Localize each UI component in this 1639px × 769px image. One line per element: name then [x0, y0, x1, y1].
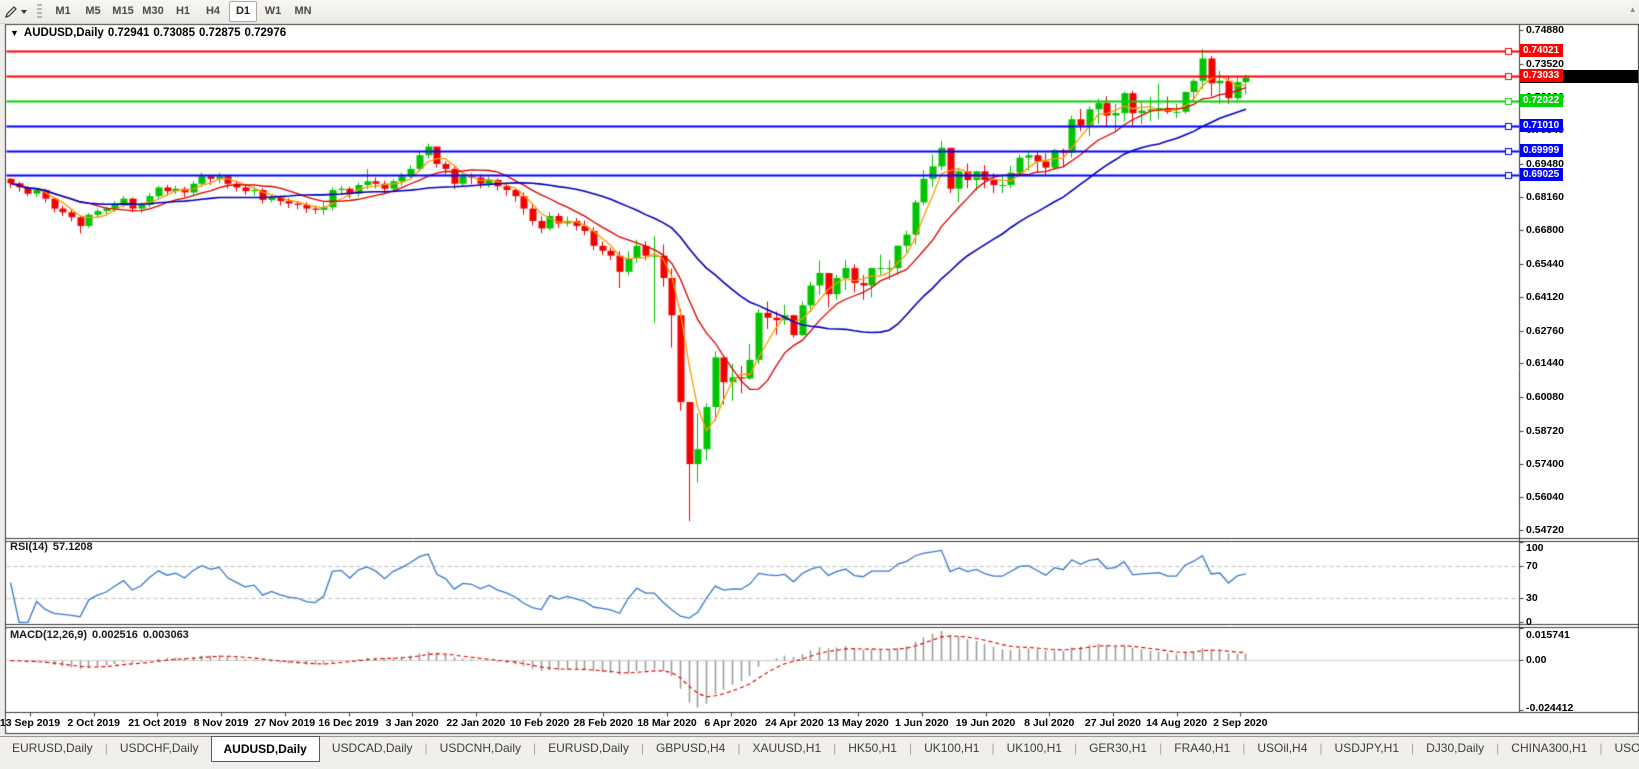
timeframe-button-m1[interactable]: M1 [49, 1, 77, 22]
price-axis-label: 0.61440 [1526, 357, 1564, 369]
macd-axis-label: 0.015741 [1526, 629, 1570, 641]
price-axis-label: 0.68160 [1526, 191, 1564, 203]
macd-signal-value: 0.003063 [143, 629, 189, 641]
timeframe-button-w1[interactable]: W1 [259, 1, 287, 22]
date-axis-label: 8 Nov 2019 [186, 717, 256, 729]
date-axis-label: 2 Oct 2019 [59, 717, 129, 729]
chart-tab-hk50-h1[interactable]: HK50,H1 [836, 737, 909, 760]
chart-tab-uk100-h1[interactable]: UK100,H1 [995, 737, 1074, 760]
hline-price-badge[interactable]: 0.74021 [1520, 44, 1563, 57]
chart-tab-usdcad-daily[interactable]: USDCAD,Daily [320, 737, 425, 760]
date-axis-label: 27 Nov 2019 [250, 717, 320, 729]
date-axis-label: 6 Apr 2020 [696, 717, 766, 729]
date-axis-label: 2 Sep 2020 [1205, 717, 1275, 729]
macd-axis-label: 0.00 [1526, 654, 1546, 666]
rsi-axis-label: 100 [1526, 542, 1544, 554]
timeframe-button-m30[interactable]: M30 [139, 1, 167, 22]
price-axis-label: 0.65440 [1526, 258, 1564, 270]
date-axis-label: 19 Jun 2020 [951, 717, 1021, 729]
rsi-axis-label: 0 [1526, 616, 1532, 628]
chart-tab-ger30-h1[interactable]: GER30,H1 [1077, 737, 1159, 760]
chart-tab-usdjpy-h1[interactable]: USDJPY,H1 [1323, 737, 1411, 760]
hline-price-badge[interactable]: 0.72022 [1520, 94, 1563, 107]
chart-tab-bar: EURUSD,Daily|USDCHF,DailyAUDUSD,DailyUSD… [0, 736, 1639, 769]
chart-tab-gbpusd-h4[interactable]: GBPUSD,H4 [644, 737, 737, 760]
rsi-axis-label: 30 [1526, 592, 1538, 604]
chart-tab-audusd-daily[interactable]: AUDUSD,Daily [211, 736, 320, 762]
chart-tab-eurusd-daily[interactable]: EURUSD,Daily [536, 737, 641, 760]
timeframe-button-m5[interactable]: M5 [79, 1, 107, 22]
date-axis-label: 13 Sep 2019 [0, 717, 65, 729]
toolbar-overflow-icon[interactable]: ▴ [1630, 4, 1635, 15]
chart-tab-xauusd-h1[interactable]: XAUUSD,H1 [740, 737, 833, 760]
hline-price-badge[interactable]: 0.71010 [1520, 119, 1563, 132]
hline-price-badge[interactable]: 0.69999 [1520, 144, 1563, 157]
price-axis-label: 0.66800 [1526, 224, 1564, 236]
hline-price-badge[interactable]: 0.69025 [1520, 168, 1563, 181]
hline-price-badge[interactable]: 0.73033 [1520, 69, 1563, 82]
timeframe-button-m15[interactable]: M15 [109, 1, 137, 22]
timeframe-button-h4[interactable]: H4 [199, 1, 227, 22]
chart-tab-usdchf-daily[interactable]: USDCHF,Daily [108, 737, 211, 760]
rsi-indicator-name: RSI(14) [10, 541, 48, 553]
price-axis-label: 0.62760 [1526, 325, 1564, 337]
chart-tab-usdcnh-daily[interactable]: USDCNH,Daily [428, 737, 533, 760]
ohlc-close: 0.72976 [245, 27, 287, 39]
draw-tool-button[interactable] [0, 0, 31, 23]
date-axis-label: 14 Aug 2020 [1142, 717, 1212, 729]
chart-tab-eurusd-daily[interactable]: EURUSD,Daily [0, 737, 105, 760]
toolbar-grip-handle[interactable] [37, 4, 42, 20]
macd-main-value: 0.002516 [92, 629, 138, 641]
timeframe-button-h1[interactable]: H1 [169, 1, 197, 22]
chart-tab-fra40-h1[interactable]: FRA40,H1 [1162, 737, 1242, 760]
rsi-axis-label: 70 [1526, 560, 1538, 572]
chart-tab-usoil-h1[interactable]: USOil,H1 [1602, 737, 1639, 760]
dropdown-arrow-icon[interactable] [21, 10, 27, 14]
rsi-pane-label: RSI(14) 57.1208 [10, 541, 98, 553]
date-axis-label: 18 Mar 2020 [632, 717, 702, 729]
price-axis-label: 0.60080 [1526, 391, 1564, 403]
date-axis-label: 27 Jul 2020 [1078, 717, 1148, 729]
date-axis-label: 3 Jan 2020 [377, 717, 447, 729]
rsi-current-value: 57.1208 [53, 541, 93, 553]
chart-symbol: AUDUSD,Daily [24, 27, 104, 39]
macd-pane-label: MACD(12,26,9) 0.002516 0.003063 [10, 629, 194, 641]
ohlc-open: 0.72941 [108, 27, 150, 39]
collapse-triangle-icon[interactable]: ▼ [10, 28, 19, 38]
chart-tab-usoil-h4[interactable]: USOil,H4 [1245, 737, 1319, 760]
chart-title: ▼ AUDUSD,Daily 0.729410.73085 0.72875 0.7297… [10, 27, 290, 39]
price-axis-label: 0.64120 [1526, 291, 1564, 303]
chart-tab-dj30-daily[interactable]: DJ30,Daily [1414, 737, 1496, 760]
date-axis-label: 16 Dec 2019 [314, 717, 384, 729]
price-axis-label: 0.56040 [1526, 491, 1564, 503]
price-axis-label: 0.74880 [1526, 24, 1564, 36]
timeframe-button-mn[interactable]: MN [289, 1, 317, 22]
pencil-icon [4, 5, 18, 19]
date-axis-label: 8 Jul 2020 [1014, 717, 1084, 729]
ohlc-low: 0.72875 [199, 27, 241, 39]
chart-tab-uk100-h1[interactable]: UK100,H1 [912, 737, 991, 760]
date-axis-label: 13 May 2020 [823, 717, 893, 729]
timeframe-buttons: M1M5M15M30H1H4D1W1MN [48, 1, 318, 22]
price-axis-label: 0.58720 [1526, 425, 1564, 437]
date-axis-label: 22 Jan 2020 [441, 717, 511, 729]
macd-indicator-name: MACD(12,26,9) [10, 629, 87, 641]
date-axis-label: 10 Feb 2020 [505, 717, 575, 729]
macd-axis-label: -0.024412 [1526, 702, 1573, 714]
date-axis-label: 24 Apr 2020 [759, 717, 829, 729]
date-axis-label: 28 Feb 2020 [568, 717, 638, 729]
date-axis-label: 1 Jun 2020 [887, 717, 957, 729]
chart-canvas[interactable] [0, 0, 1639, 768]
chart-tab-china300-h1[interactable]: CHINA300,H1 [1499, 737, 1599, 760]
mt4-terminal: { "toolbar": { "draw_tool_tooltip": "dra… [0, 0, 1639, 768]
price-axis-label: 0.57400 [1526, 458, 1564, 470]
chart-tabs: EURUSD,Daily|USDCHF,DailyAUDUSD,DailyUSD… [0, 737, 1639, 762]
timeframe-toolbar: M1M5M15M30H1H4D1W1MN ▴ [0, 0, 1639, 24]
timeframe-button-d1[interactable]: D1 [229, 1, 257, 22]
date-axis-label: 21 Oct 2019 [122, 717, 192, 729]
price-axis-label: 0.54720 [1526, 524, 1564, 536]
ohlc-high: 0.73085 [153, 27, 195, 39]
